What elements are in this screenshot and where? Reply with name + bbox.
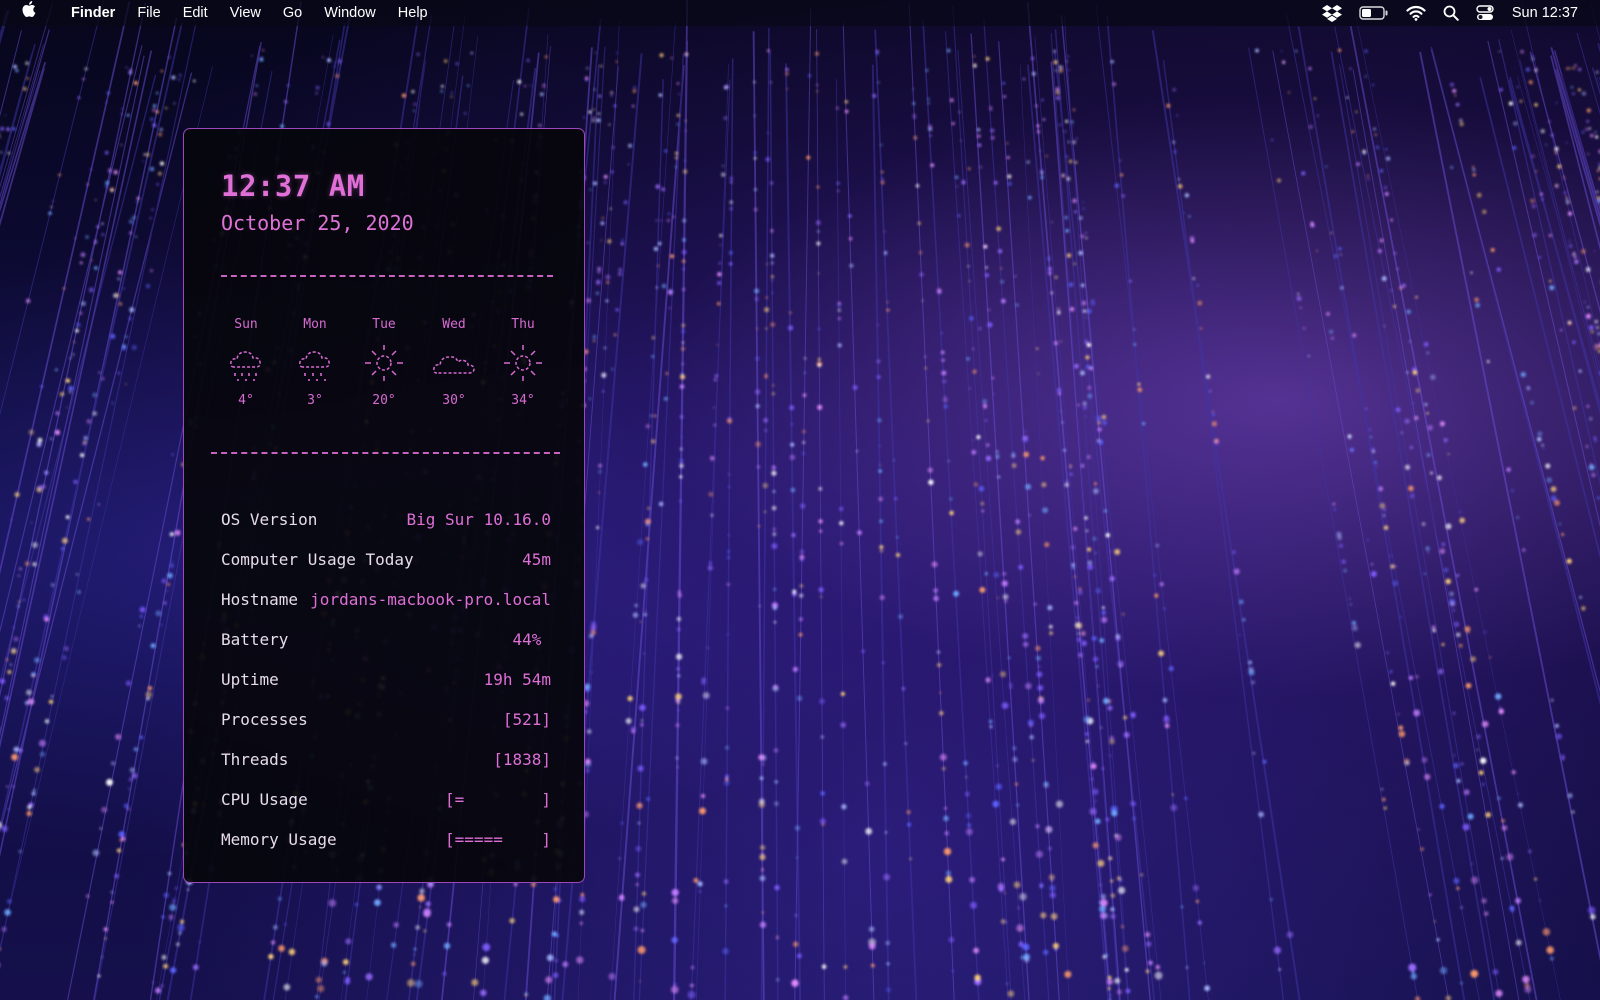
info-value: 44%: [512, 630, 551, 649]
forecast-day-label: Sun: [234, 317, 258, 332]
forecast-temp: 30°: [442, 393, 466, 408]
menu-app-name[interactable]: Finder: [49, 0, 126, 26]
dropbox-icon[interactable]: [1321, 4, 1342, 22]
forecast-day: Wed 30°: [424, 317, 484, 408]
info-label: Battery: [221, 630, 289, 649]
menu-view[interactable]: View: [219, 0, 272, 26]
info-row-processes: Processes [521]: [221, 708, 551, 732]
forecast-temp: 20°: [372, 393, 396, 408]
control-center-icon[interactable]: [1476, 5, 1494, 21]
dashed-divider: [221, 275, 553, 277]
sun-icon: [504, 345, 542, 381]
forecast-day-label: Tue: [372, 317, 396, 332]
apple-icon: [22, 0, 36, 17]
info-row-memory-usage: Memory Usage [===== ]: [221, 828, 551, 852]
info-label: OS Version: [221, 510, 318, 529]
info-label: Uptime: [221, 670, 279, 689]
forecast-day: Thu 34°: [493, 317, 553, 408]
info-label: Memory Usage: [221, 830, 337, 849]
info-value: [1838]: [493, 750, 551, 769]
forecast-temp: 34°: [511, 393, 535, 408]
info-value: 19h 54m: [483, 670, 551, 689]
menu-bar: Finder File Edit View Go Window Help Sun…: [0, 0, 1600, 26]
search-icon[interactable]: [1443, 5, 1459, 21]
info-row-hostname: Hostname jordans-macbook-pro.local: [221, 588, 551, 612]
info-value: jordans-macbook-pro.local: [310, 590, 551, 609]
menu-window[interactable]: Window: [313, 0, 387, 26]
info-label: Processes: [221, 710, 308, 729]
info-row-os-version: OS Version Big Sur 10.16.0: [221, 508, 551, 532]
info-label: Threads: [221, 750, 289, 769]
forecast-day: Mon 3°: [285, 317, 345, 408]
forecast-day: Sun 4°: [216, 317, 276, 408]
forecast-day-label: Thu: [511, 317, 535, 332]
info-row-battery: Battery 44%: [221, 628, 551, 652]
info-row-computer-usage: Computer Usage Today 45m: [221, 548, 551, 572]
info-value: [= ]: [445, 790, 551, 809]
wifi-icon[interactable]: [1406, 5, 1426, 21]
menu-help[interactable]: Help: [387, 0, 439, 26]
forecast-day: Tue 20°: [354, 317, 414, 408]
menu-go[interactable]: Go: [272, 0, 313, 26]
widget-time: 12:37 AM: [221, 169, 365, 203]
forecast-day-label: Wed: [442, 317, 466, 332]
info-value: [521]: [502, 710, 551, 729]
info-label: Computer Usage Today: [221, 550, 414, 569]
menu-file[interactable]: File: [126, 0, 171, 26]
apple-menu[interactable]: [22, 0, 49, 27]
info-label: Hostname: [221, 590, 299, 609]
info-value: 45m: [522, 550, 551, 569]
info-row-uptime: Uptime 19h 54m: [221, 668, 551, 692]
info-row-cpu-usage: CPU Usage [= ]: [221, 788, 551, 812]
forecast-temp: 3°: [307, 393, 323, 408]
menu-bar-clock[interactable]: Sun 12:37: [1512, 5, 1578, 21]
sun-icon: [365, 345, 403, 381]
dashed-divider: [211, 452, 560, 454]
rain-cloud-icon: [230, 351, 261, 381]
widget-date: October 25, 2020: [221, 211, 414, 235]
system-info-widget: 12:37 AM October 25, 2020 Sun 4° Mon 3°: [183, 128, 585, 883]
menu-edit[interactable]: Edit: [172, 0, 219, 26]
battery-icon[interactable]: [1359, 6, 1389, 20]
forecast-day-label: Mon: [303, 317, 327, 332]
info-label: CPU Usage: [221, 790, 308, 809]
forecast-temp: 4°: [238, 393, 254, 408]
info-row-threads: Threads [1838]: [221, 748, 551, 772]
info-value: [===== ]: [445, 830, 551, 849]
cloud-icon: [433, 356, 475, 374]
info-value: Big Sur 10.16.0: [406, 510, 552, 529]
rain-cloud-icon: [299, 351, 330, 381]
